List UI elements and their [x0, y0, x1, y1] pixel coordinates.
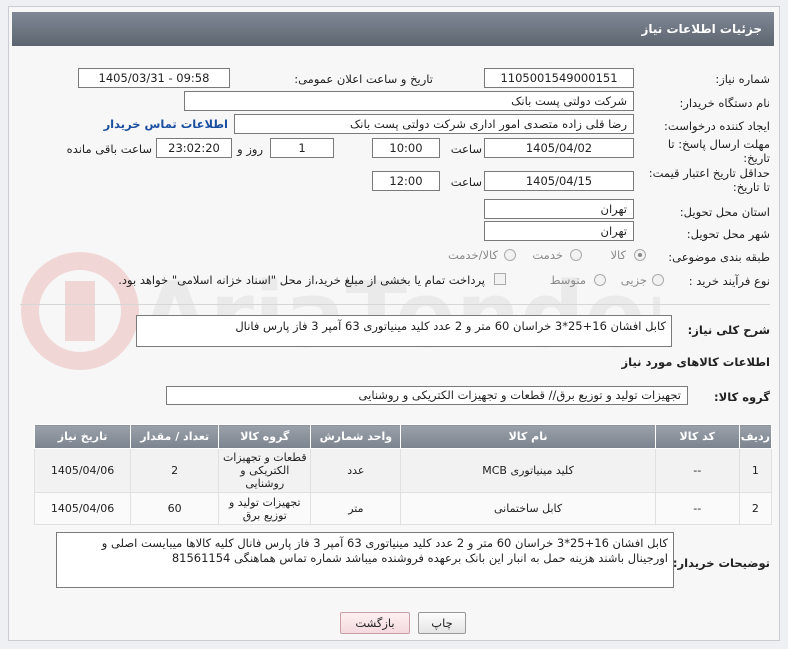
cell-row-number: 2: [738, 492, 773, 525]
divider: [20, 304, 770, 305]
validity-label: حداقل تاریخ اعتبار قیمت:: [648, 166, 770, 180]
back-button[interactable]: بازگشت: [340, 612, 410, 634]
category-service-label: خدمت: [532, 248, 563, 262]
table-header-row: ردیف کد کالا نام کالا واحد شمارش گروه کا…: [33, 424, 773, 449]
cell-item-code: --: [654, 448, 740, 493]
deadline-date-field: 1405/04/02: [484, 138, 634, 158]
process-medium-label: متوسط: [549, 273, 586, 287]
buyer-notes-label: توضیحات خریدار:: [672, 556, 770, 570]
need-number-label: شماره نیاز:: [715, 72, 770, 86]
day-and-label: روز و: [237, 142, 263, 156]
need-number-field: 1105001549000151: [484, 68, 634, 88]
cell-group: تجهیزات تولید و توزیع برق: [218, 492, 312, 525]
cell-quantity: 2: [130, 448, 220, 493]
cell-unit: عدد: [310, 448, 402, 493]
city-field: تهران: [484, 221, 634, 241]
category-service-radio[interactable]: [570, 249, 582, 261]
cell-quantity: 60: [130, 492, 220, 525]
contact-info-link[interactable]: اطلاعات تماس خریدار: [104, 117, 228, 131]
treasury-payment-note: پرداخت تمام یا بخشی از مبلغ خرید،از محل …: [118, 273, 485, 287]
category-both-radio[interactable]: [504, 249, 516, 261]
cell-need-date: 1405/04/06: [33, 492, 132, 525]
city-label: شهر محل تحویل:: [686, 227, 770, 241]
deadline-label: مهلت ارسال پاسخ: تا: [667, 137, 770, 151]
buyer-org-label: نام دستگاه خریدار:: [679, 96, 770, 110]
announce-label: تاریخ و ساعت اعلان عمومی:: [294, 72, 433, 86]
goods-group-label: گروه کالا:: [714, 390, 770, 404]
validity-time-field: 12:00: [372, 171, 440, 191]
deadline-time-label: ساعت: [450, 142, 482, 156]
deadline-time-field: 10:00: [372, 138, 440, 158]
items-table: ردیف کد کالا نام کالا واحد شمارش گروه کا…: [33, 424, 773, 525]
cell-group: قطعات و تجهیزات الکتریکی و روشنایی: [218, 448, 312, 493]
days-field: 1: [270, 138, 334, 158]
table-row: 2 -- کابل ساختمانی متر تجهیزات تولید و ت…: [33, 492, 773, 525]
goods-group-field: تجهیزات تولید و توزیع برق// قطعات و تجهی…: [166, 386, 688, 405]
announce-field: 1405/03/31 - 09:58: [78, 68, 230, 88]
validity-label-date: تا تاریخ:: [732, 180, 770, 194]
category-goods-label: کالا: [610, 248, 626, 262]
process-partial-label: جزیی: [620, 273, 647, 287]
description-label: شرح کلی نیاز:: [687, 323, 770, 337]
cell-unit: متر: [310, 492, 402, 525]
table-row: 1 -- کلید مینیاتوری MCB عدد قطعات و تجهی…: [33, 448, 773, 493]
col-header-item-name: نام کالا: [400, 424, 656, 449]
validity-time-label: ساعت: [450, 175, 482, 189]
col-header-row-number: ردیف: [738, 424, 773, 449]
province-field: تهران: [484, 199, 634, 219]
print-button[interactable]: چاپ: [418, 612, 466, 634]
cell-item-name: کابل ساختمانی: [400, 492, 656, 525]
col-header-need-date: تاریخ نیاز: [33, 424, 132, 449]
remaining-label: ساعت باقی مانده: [66, 142, 152, 156]
col-header-item-code: کد کالا: [654, 424, 740, 449]
validity-date-field: 1405/04/15: [484, 171, 634, 191]
description-textarea[interactable]: کابل افشان 16+25*3 خراسان 60 متر و 2 عدد…: [136, 315, 672, 347]
col-header-quantity: تعداد / مقدار: [130, 424, 220, 449]
cell-row-number: 1: [738, 448, 773, 493]
buyer-notes-textarea[interactable]: کابل افشان 16+25*3 خراسان 60 متر و 2 عدد…: [56, 532, 674, 588]
page-title: جزئیات اطلاعات نیاز: [12, 12, 774, 46]
deadline-label-date: تاریخ:: [743, 151, 770, 165]
buyer-org-field: شرکت دولتی پست بانک: [184, 91, 634, 111]
col-header-unit: واحد شمارش: [310, 424, 402, 449]
category-label: طبقه بندی موضوعی:: [668, 250, 770, 264]
creator-label: ایجاد کننده درخواست:: [664, 119, 770, 133]
treasury-payment-checkbox[interactable]: [494, 273, 506, 285]
process-partial-radio[interactable]: [652, 274, 664, 286]
cell-item-code: --: [654, 492, 740, 525]
remaining-time-field: 23:02:20: [156, 138, 232, 158]
category-goods-radio[interactable]: [634, 249, 646, 261]
cell-need-date: 1405/04/06: [33, 448, 132, 493]
items-section-title: اطلاعات کالاهای مورد نیاز: [621, 355, 770, 369]
process-medium-radio[interactable]: [594, 274, 606, 286]
cell-item-name: کلید مینیاتوری MCB: [400, 448, 656, 493]
col-header-group: گروه کالا: [218, 424, 312, 449]
process-type-label: نوع فرآیند خرید :: [688, 274, 770, 288]
province-label: استان محل تحویل:: [679, 205, 770, 219]
creator-field: رضا قلی زاده متصدی امور اداری شرکت دولتی…: [234, 114, 634, 134]
category-both-label: کالا/خدمت: [447, 248, 498, 262]
